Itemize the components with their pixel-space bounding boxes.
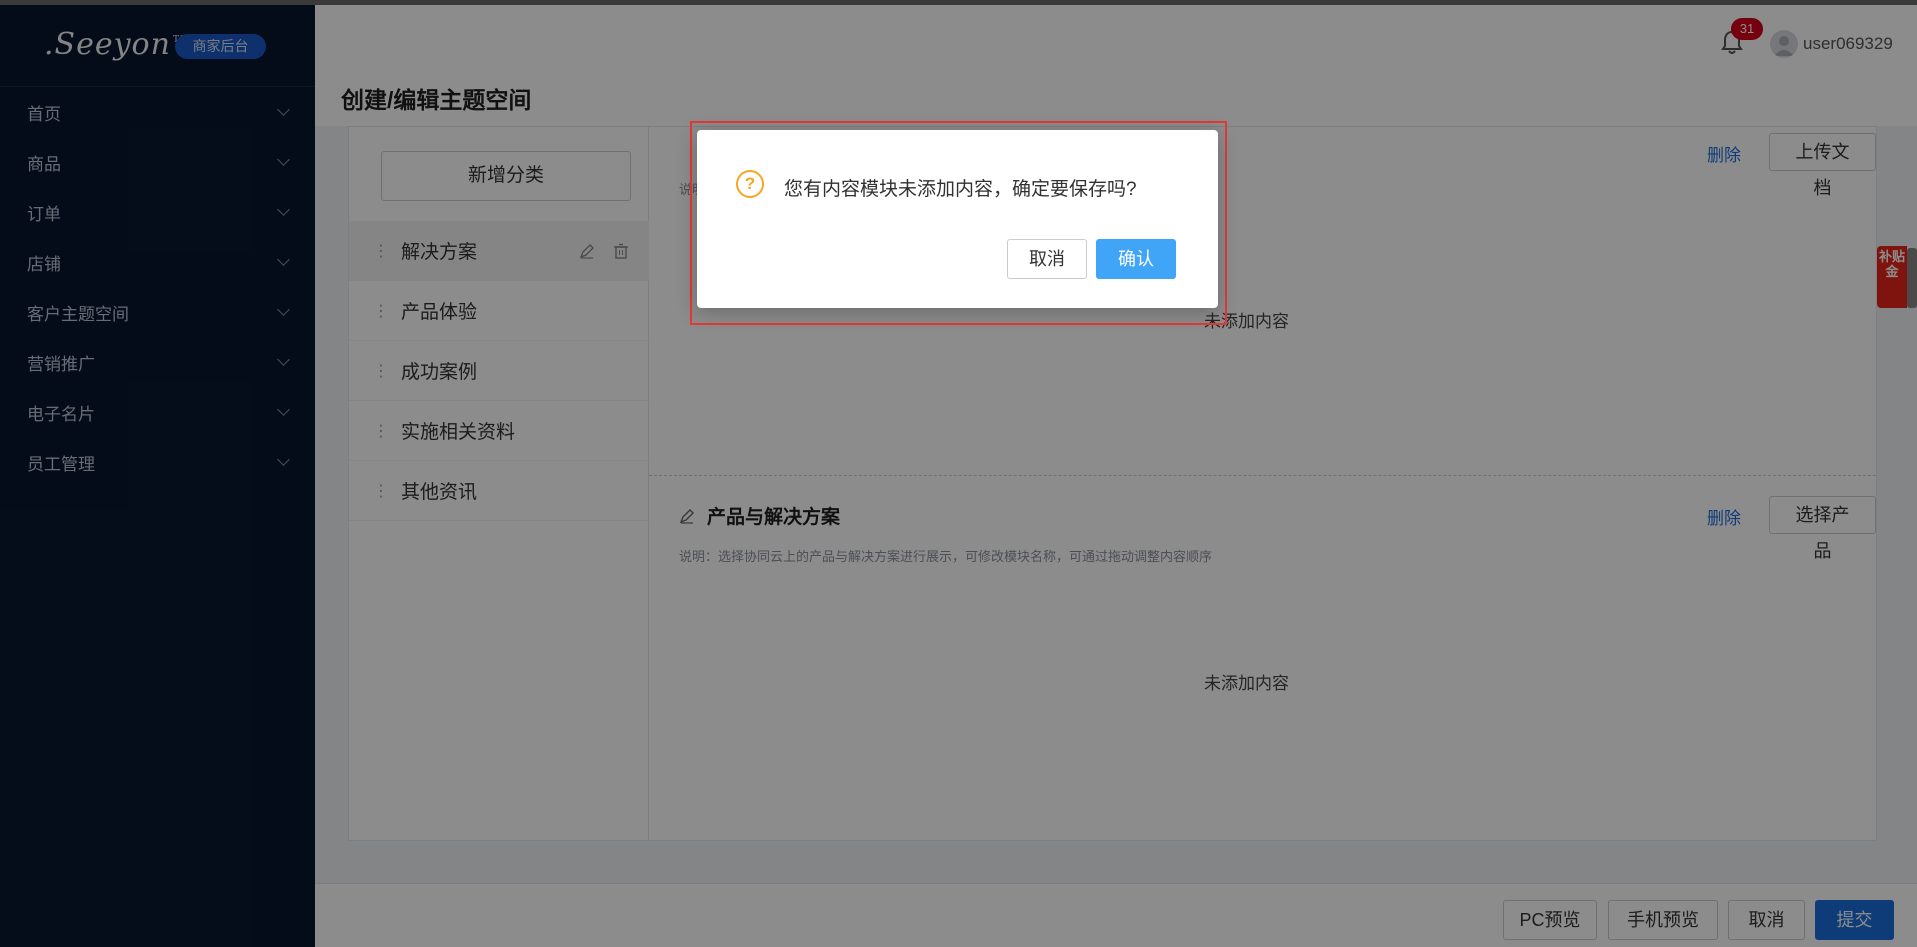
window-top-border xyxy=(0,0,1917,5)
dialog-cancel-button[interactable]: 取消 xyxy=(1007,239,1087,279)
question-icon: ? xyxy=(736,170,764,198)
dialog-message: 您有内容模块未添加内容，确定要保存吗? xyxy=(784,179,1137,200)
dialog-confirm-button[interactable]: 确认 xyxy=(1096,239,1176,279)
confirm-dialog: ? 您有内容模块未添加内容，确定要保存吗? 取消 确认 xyxy=(697,130,1218,308)
